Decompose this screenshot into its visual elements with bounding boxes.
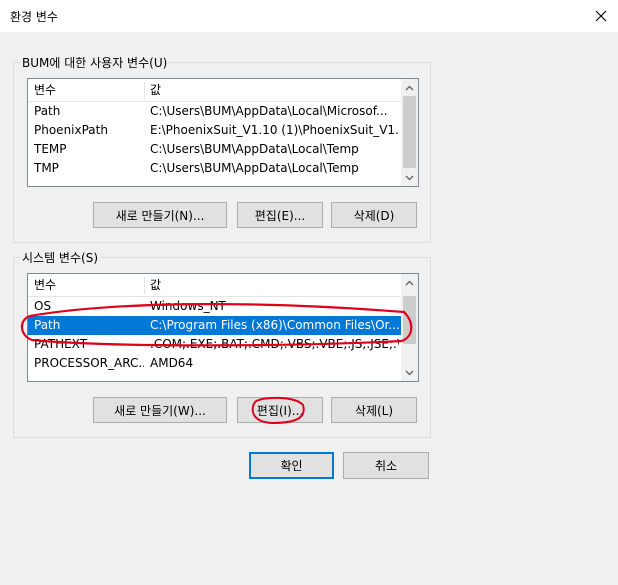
- variable-value: AMD64: [150, 356, 194, 370]
- system-delete-button[interactable]: 삭제(L): [331, 397, 417, 423]
- list-item[interactable]: PhoenixPath E:\PhoenixSuit_V1.10 (1)\Pho…: [28, 121, 401, 140]
- title-bar: 환경 변수: [0, 0, 618, 32]
- close-button[interactable]: [587, 3, 615, 29]
- column-header-variable[interactable]: 변수: [28, 79, 144, 101]
- list-item[interactable]: PATHEXT .COM;.EXE;.BAT;.CMD;.VBS;.VBE;.J…: [28, 335, 401, 354]
- list-item[interactable]: Path C:\Users\BUM\AppData\Local\Microsof…: [28, 102, 401, 121]
- variable-name: PhoenixPath: [34, 123, 108, 137]
- scroll-thumb[interactable]: [403, 296, 416, 344]
- column-header-value[interactable]: 값: [144, 274, 394, 296]
- user-variables-label: BUM에 대한 사용자 변수(U): [20, 54, 170, 71]
- user-delete-button[interactable]: 삭제(D): [331, 202, 417, 228]
- scroll-thumb[interactable]: [403, 96, 416, 168]
- variable-name: Path: [34, 104, 61, 118]
- list-header: 변수 값: [28, 274, 401, 297]
- chevron-down-icon: [405, 370, 414, 375]
- scroll-up-button[interactable]: [401, 79, 418, 96]
- list-item-selected[interactable]: Path C:\Program Files (x86)\Common Files…: [28, 316, 401, 335]
- user-variables-list[interactable]: 변수 값 Path C:\Users\BUM\AppData\Local\Mic…: [27, 78, 419, 187]
- variable-name: TEMP: [34, 142, 67, 156]
- variable-value: .COM;.EXE;.BAT;.CMD;.VBS;.VBE;.JS;.JSE;.…: [150, 337, 399, 351]
- scroll-up-button[interactable]: [401, 274, 418, 291]
- vertical-scrollbar[interactable]: [401, 79, 418, 186]
- column-header-value[interactable]: 값: [144, 79, 394, 101]
- variable-name: OS: [34, 299, 52, 313]
- system-new-button[interactable]: 새로 만들기(W)...: [93, 397, 227, 423]
- variable-value: C:\Program Files (x86)\Common Files\Or..…: [150, 318, 399, 332]
- variable-name: Path: [34, 318, 61, 332]
- variable-value: C:\Users\BUM\AppData\Local\Temp: [150, 142, 359, 156]
- vertical-scrollbar[interactable]: [401, 274, 418, 381]
- user-edit-button[interactable]: 편집(E)...: [237, 202, 323, 228]
- variable-name: TMP: [34, 161, 59, 175]
- variable-value: Windows_NT: [150, 299, 226, 313]
- variable-name: PATHEXT: [34, 337, 88, 351]
- list-item[interactable]: TEMP C:\Users\BUM\AppData\Local\Temp: [28, 140, 401, 159]
- variable-name: PROCESSOR_ARC...: [34, 356, 144, 370]
- chevron-down-icon: [405, 175, 414, 180]
- close-icon: [595, 10, 607, 22]
- cancel-button[interactable]: 취소: [343, 452, 429, 479]
- chevron-up-icon: [405, 280, 414, 285]
- system-variables-label: 시스템 변수(S): [20, 249, 100, 266]
- variable-value: C:\Users\BUM\AppData\Local\Temp: [150, 161, 359, 175]
- window-title: 환경 변수: [10, 10, 58, 24]
- list-item[interactable]: PROCESSOR_ARC... AMD64: [28, 354, 401, 373]
- variable-value: C:\Users\BUM\AppData\Local\Microsof...: [150, 104, 388, 118]
- variable-value: E:\PhoenixSuit_V1.10 (1)\PhoenixSuit_V1.…: [150, 123, 399, 137]
- chevron-up-icon: [405, 85, 414, 90]
- column-header-variable[interactable]: 변수: [28, 274, 144, 296]
- system-edit-button[interactable]: 편집(I)...: [237, 397, 323, 423]
- scroll-down-button[interactable]: [401, 364, 418, 381]
- scroll-down-button[interactable]: [401, 169, 418, 186]
- system-variables-list[interactable]: 변수 값 OS Windows_NT Path C:\Program Files…: [27, 273, 419, 382]
- list-header: 변수 값: [28, 79, 401, 102]
- user-new-button[interactable]: 새로 만들기(N)...: [93, 202, 227, 228]
- list-item[interactable]: TMP C:\Users\BUM\AppData\Local\Temp: [28, 159, 401, 178]
- ok-button[interactable]: 확인: [249, 452, 334, 479]
- list-item[interactable]: OS Windows_NT: [28, 297, 401, 316]
